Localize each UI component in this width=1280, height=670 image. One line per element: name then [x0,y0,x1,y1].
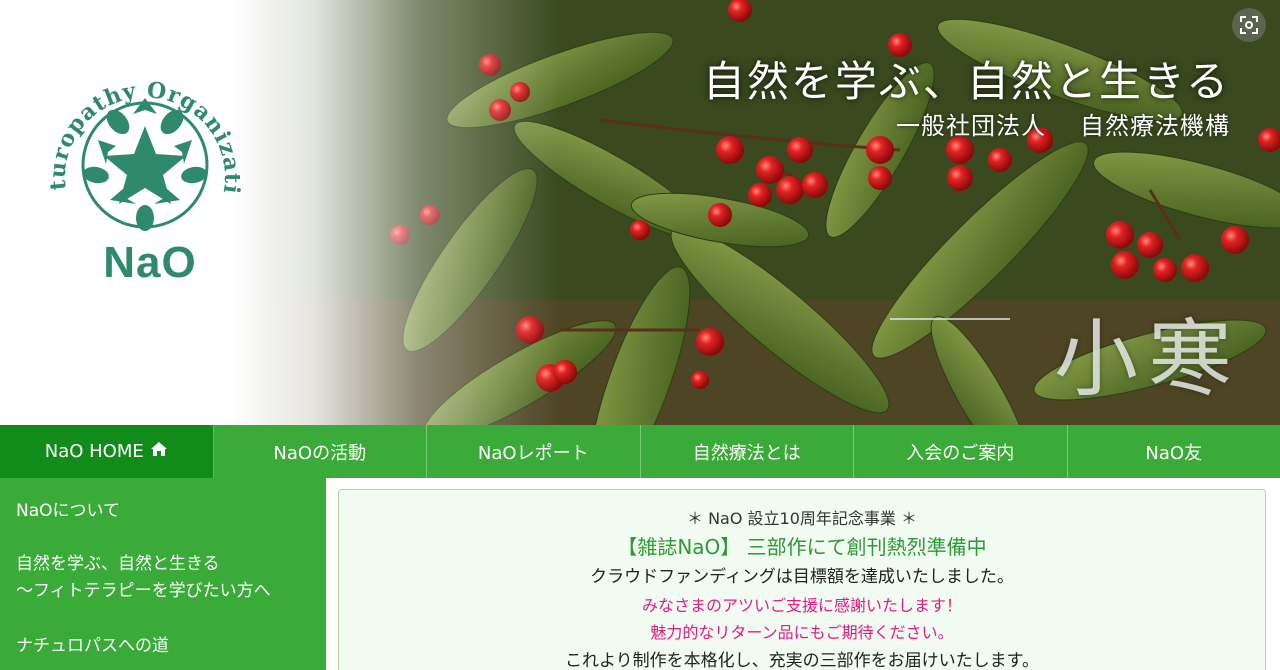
nav-home-label: NaO HOME [44,441,144,462]
hero-banner: Naturopathy Organization NaO 自然を学ぶ、自然と生き… [0,0,1280,425]
announcement-thanks1: みなさまのアツいご支援に感謝いたします！ [641,596,962,615]
nav-item-reports[interactable]: NaOレポート [427,425,641,478]
sidebar-item-naturopath-path[interactable]: ナチュロパスへの道 [16,633,326,660]
nav-item-nao-friends[interactable]: NaO友 [1068,425,1280,478]
announcement-box: ＊ NaO 設立10周年記念事業 ＊ 【雑誌NaO】 三部作にて創刊熱烈準備中 … [338,489,1266,670]
org-name-line: 一般社団法人 自然療法機構 [896,106,1230,141]
sidebar-item-phytotherapy[interactable]: 自然を学ぶ、自然と生きる ～フィトテラピーを学びたい方へ [16,551,326,605]
hero-tagline: 自然を学ぶ、自然と生きる [702,57,1230,106]
announcement-thanks2: 魅力的なリターン品にもご期待ください。 [650,623,954,642]
season-label: 小寒 [1053,310,1242,408]
announcement-line2: これより制作を本格化し、充実の三部作をお届けいたします。 [565,651,1039,670]
sidebar-item-line2: ～フィトテラピーを学びたい方へ [16,581,271,601]
nao-logo: Naturopathy Organization [38,40,244,231]
org-type: 一般社団法人 [896,112,1046,140]
main-nav: NaO HOME NaOの活動 NaOレポート 自然療法とは 入会のご案内 Na… [0,425,1280,478]
org-name: 自然療法機構 [1080,112,1230,140]
sidebar: NaOについて 自然を学ぶ、自然と生きる ～フィトテラピーを学びたい方へ ナチュ… [0,478,326,670]
home-icon [150,441,168,462]
image-expand-button[interactable] [1232,8,1266,42]
nav-item-home[interactable]: NaO HOME [0,425,214,478]
expand-icon [1240,16,1258,34]
sidebar-item-about-nao[interactable]: NaOについて [16,498,326,525]
nav-item-about-naturopathy[interactable]: 自然療法とは [641,425,854,478]
nav-item-membership[interactable]: 入会のご案内 [854,425,1068,478]
sidebar-item-line1: 自然を学ぶ、自然と生きる [16,554,220,574]
nav-item-activities[interactable]: NaOの活動 [214,425,427,478]
announcement-line1: クラウドファンディングは目標額を達成いたしました。 [590,567,1014,587]
announcement-heading: ＊ NaO 設立10周年記念事業 ＊ [687,509,917,528]
announcement-headline[interactable]: 【雑誌NaO】 三部作にて創刊熱烈準備中 [339,532,1265,562]
logo-title: NaO [103,238,197,287]
season-decor-line [890,318,1010,320]
